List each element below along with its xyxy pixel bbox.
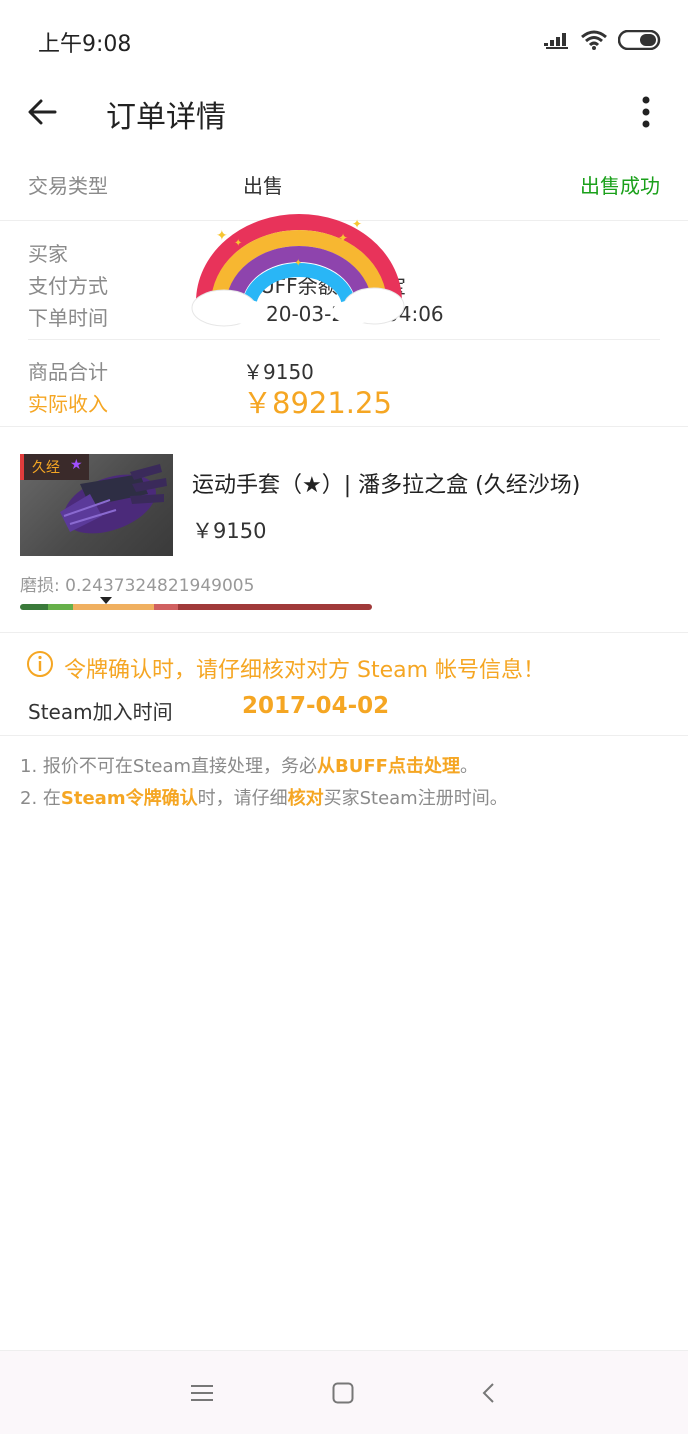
status-time: 上午9:08 (38, 32, 132, 57)
signal-icon (544, 33, 568, 49)
note-1: 1. 报价不可在Steam直接处理，务必从BUFF点击处理。 (20, 751, 508, 783)
item-thumbnail[interactable]: 久经 ★ (20, 454, 173, 556)
order-time-label: 下单时间 (28, 306, 108, 330)
divider (28, 339, 660, 340)
note-text: 。 (459, 756, 478, 777)
notes: 1. 报价不可在Steam直接处理，务必从BUFF点击处理。 2. 在Steam… (20, 751, 508, 815)
note-2: 2. 在Steam令牌确认时，请仔细核对买家Steam注册时间。 (20, 783, 508, 815)
info-circle-icon (27, 651, 53, 677)
note-highlight: 核对 (287, 788, 324, 809)
wear-bar (20, 604, 372, 610)
divider (0, 735, 688, 736)
divider (0, 426, 688, 427)
wear-value-text: 磨损: 0.2437324821949005 (20, 576, 255, 596)
trade-type-value: 出售 (243, 174, 283, 198)
svg-text:✦: ✦ (216, 228, 228, 244)
wear-segment-mw (48, 604, 73, 610)
trade-status: 出售成功 (580, 174, 660, 198)
more-menu-button[interactable] (630, 90, 662, 134)
warning-text: 令牌确认时，请仔细核对对方 Steam 帐号信息！ (64, 658, 546, 683)
item-tags: 久经 ★ (20, 454, 89, 480)
nav-menu-button[interactable] (182, 1375, 222, 1411)
arrow-left-icon (28, 99, 57, 125)
wear-tag: 久经 (20, 454, 66, 480)
svg-text:✦: ✦ (352, 217, 362, 231)
wear-segment-bs (178, 604, 372, 610)
item-name[interactable]: 运动手套（★）| 潘多拉之盒 (久经沙场) (192, 467, 580, 499)
note-text: 时，请仔细 (197, 788, 288, 809)
steam-join-date: 2017-04-02 (242, 693, 390, 719)
note-text: 1. 报价不可在Steam直接处理，务必 (20, 756, 318, 777)
nav-home-button[interactable] (323, 1375, 363, 1411)
chevron-left-icon (482, 1383, 494, 1403)
total-label: 商品合计 (28, 360, 108, 384)
wear-segment-ww (153, 604, 179, 610)
wear-segment-ft (72, 604, 154, 610)
wear-segment-fn (20, 604, 49, 610)
menu-lines-icon (191, 1385, 213, 1401)
steam-join-label: Steam加入时间 (28, 700, 173, 724)
more-vertical-icon (642, 96, 650, 128)
battery-icon (618, 30, 661, 50)
square-home-icon (332, 1382, 354, 1404)
svg-text:✦: ✦ (294, 258, 302, 269)
back-button[interactable] (20, 90, 64, 134)
note-text: 买家Steam注册时间。 (323, 788, 508, 809)
nav-back-button[interactable] (468, 1375, 508, 1411)
payment-label: 支付方式 (28, 274, 108, 298)
trade-type-label: 交易类型 (28, 174, 108, 198)
status-icons (544, 28, 662, 52)
note-text: 2. 在 (20, 788, 61, 809)
page-title: 订单详情 (106, 100, 226, 135)
note-highlight: Steam令牌确认 (60, 788, 198, 809)
rainbow-sticker: ✦ ✦ ✦ ✦ ✦ (191, 214, 405, 327)
wifi-icon (581, 30, 607, 50)
buyer-label: 买家 (28, 242, 68, 266)
svg-text:✦: ✦ (338, 231, 348, 245)
note-highlight: 从BUFF点击处理 (317, 756, 460, 777)
star-tag: ★ (66, 454, 89, 480)
income-value: ￥8921.25 (243, 386, 392, 420)
svg-text:✦: ✦ (234, 238, 242, 249)
income-label: 实际收入 (28, 392, 108, 416)
wear-pointer (99, 597, 112, 604)
divider (0, 632, 688, 633)
item-price: ￥9150 (192, 519, 267, 543)
